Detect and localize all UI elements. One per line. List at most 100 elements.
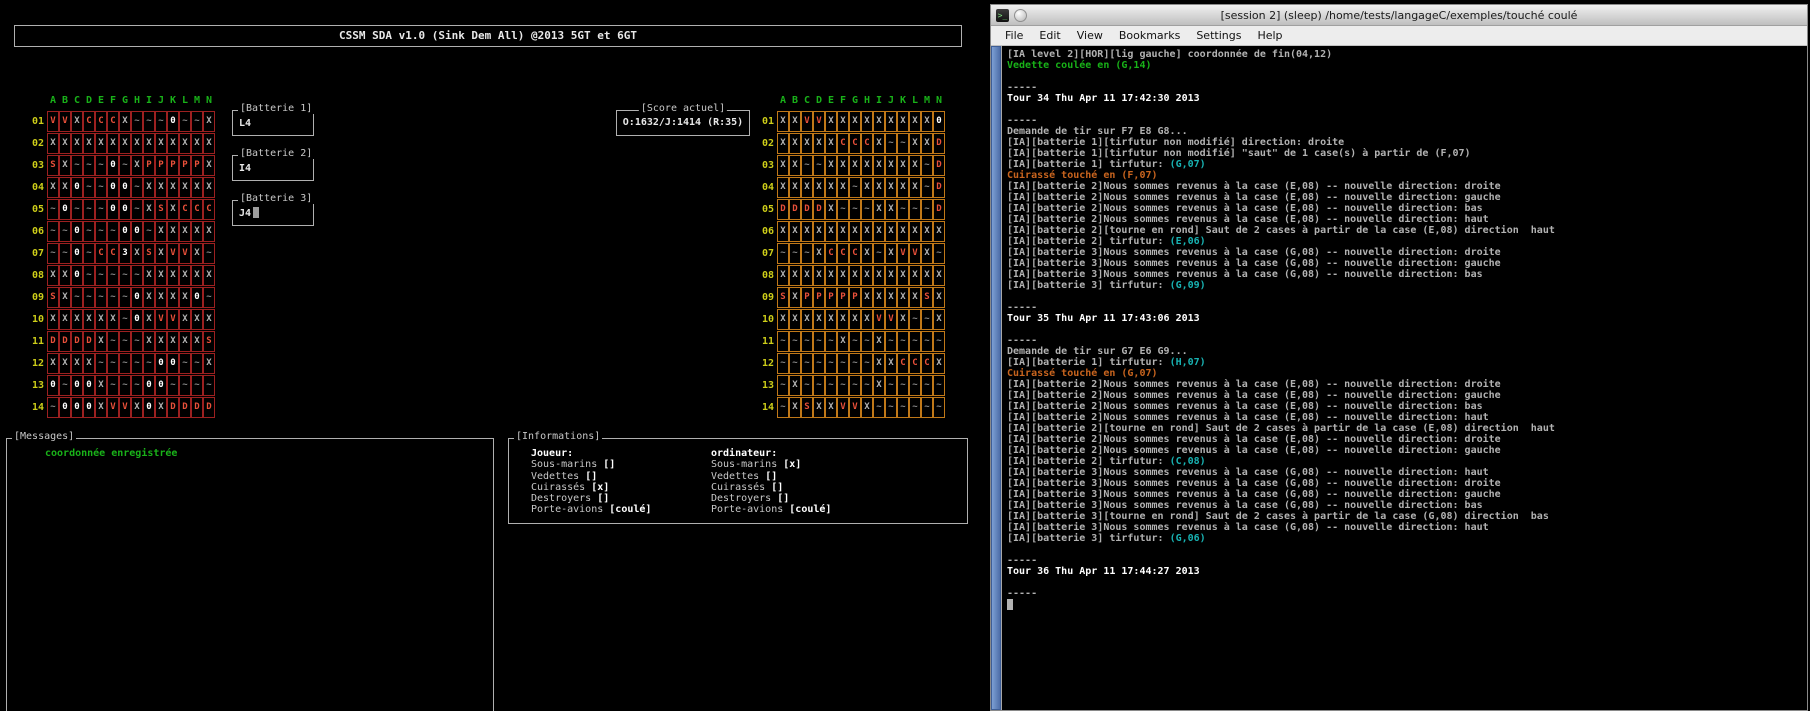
grid-cell: ~ xyxy=(921,397,933,418)
grid-cell: X xyxy=(777,265,789,286)
battery-2-input[interactable]: [Batterie 2] I4 xyxy=(232,155,314,181)
grid-cell: 0 xyxy=(107,155,119,176)
konsole-app-icon[interactable]: >_ xyxy=(996,9,1009,22)
grid-cell: X xyxy=(131,155,143,176)
row-label: 10 xyxy=(758,309,774,330)
grid-cell: X xyxy=(861,177,873,198)
grid-cell: P xyxy=(191,155,203,176)
grid-cell: X xyxy=(95,397,107,418)
grid-cell: ~ xyxy=(95,199,107,220)
player-grid-row: 02XXXXXXXXXXXXXX xyxy=(28,133,215,154)
grid-cell: ~ xyxy=(933,397,945,418)
grid-cell: X xyxy=(801,221,813,242)
grid-cell: X xyxy=(95,133,107,154)
grid-cell: ~ xyxy=(801,331,813,352)
player-fleet-column: Joueur: Sous-marins []Vedettes []Cuirass… xyxy=(531,439,711,523)
grid-cell: C xyxy=(191,199,203,220)
grid-cell: X xyxy=(777,309,789,330)
menu-item-help[interactable]: Help xyxy=(1249,29,1290,42)
grid-cell: ~ xyxy=(155,111,167,132)
terminal-line: Cuirassé touché en (G,07) xyxy=(1007,368,1802,379)
window-titlebar[interactable]: >_ [session 2] (sleep) /home/tests/langa… xyxy=(991,5,1807,26)
grid-cell: X xyxy=(203,133,215,154)
window-pin-button[interactable] xyxy=(1014,9,1027,22)
grid-cell: C xyxy=(837,243,849,264)
grid-cell: ~ xyxy=(933,243,945,264)
terminal-line: [IA][batterie 2] tirfutur: (E,06) xyxy=(1007,236,1802,247)
grid-cell: X xyxy=(837,265,849,286)
computer-grid-row: 13~X~~~~~~X~~~~~ xyxy=(758,375,945,396)
grid-cell: X xyxy=(873,155,885,176)
row-label: 08 xyxy=(758,265,774,286)
grid-cell: P xyxy=(155,155,167,176)
terminal-line: Tour 35 Thu Apr 11 17:43:06 2013 xyxy=(1007,313,1802,324)
computer-grid-row: 05DDDDX~~~XX~~~D xyxy=(758,199,945,220)
scrollbar[interactable] xyxy=(991,46,1002,710)
battery-3-input[interactable]: [Batterie 3] J4 xyxy=(232,200,314,226)
grid-cell: X xyxy=(813,243,825,264)
grid-cell: ~ xyxy=(789,331,801,352)
menu-item-view[interactable]: View xyxy=(1069,29,1111,42)
terminal-line: [IA][batterie 2]Nous sommes revenus à la… xyxy=(1007,390,1802,401)
grid-cell: 0 xyxy=(59,397,71,418)
terminal-line xyxy=(1007,324,1802,335)
grid-cell: 0 xyxy=(71,177,83,198)
grid-cell: ~ xyxy=(909,199,921,220)
grid-cell: ~ xyxy=(777,353,789,374)
grid-cell: V xyxy=(107,397,119,418)
grid-cell: ~ xyxy=(95,287,107,308)
scrollbar-thumb[interactable] xyxy=(991,46,1001,710)
grid-cell: X xyxy=(897,287,909,308)
grid-cell: X xyxy=(47,177,59,198)
terminal-output[interactable]: [IA level 2][HOR][lig gauche] coordonnée… xyxy=(1002,46,1807,710)
grid-cell: X xyxy=(921,133,933,154)
terminal-line: [IA][batterie 3]Nous sommes revenus à la… xyxy=(1007,489,1802,500)
grid-cell: X xyxy=(873,177,885,198)
grid-cell: X xyxy=(191,177,203,198)
fleet-status-value: [] xyxy=(771,482,783,493)
grid-cell: ~ xyxy=(71,155,83,176)
grid-cell: X xyxy=(825,221,837,242)
grid-cell: X xyxy=(777,133,789,154)
menu-item-bookmarks[interactable]: Bookmarks xyxy=(1111,29,1188,42)
grid-cell: ~ xyxy=(849,353,861,374)
terminal-line: [IA][batterie 2]Nous sommes revenus à la… xyxy=(1007,214,1802,225)
grid-cell: X xyxy=(789,221,801,242)
grid-cell: X xyxy=(813,177,825,198)
grid-cell: X xyxy=(155,397,167,418)
grid-cell: ~ xyxy=(873,243,885,264)
grid-cell: X xyxy=(167,177,179,198)
grid-cell: 0 xyxy=(143,397,155,418)
grid-cell: X xyxy=(825,133,837,154)
row-label: 04 xyxy=(758,177,774,198)
fleet-status-item: Porte-avions [coulé] xyxy=(531,504,711,515)
grid-cell: X xyxy=(825,111,837,132)
grid-cell: V xyxy=(813,111,825,132)
grid-cell: V xyxy=(119,397,131,418)
grid-cell: ~ xyxy=(83,243,95,264)
menu-item-file[interactable]: File xyxy=(997,29,1031,42)
menu-item-edit[interactable]: Edit xyxy=(1031,29,1068,42)
grid-cell: ~ xyxy=(179,353,191,374)
battery-1-input[interactable]: [Batterie 1] L4 xyxy=(232,110,314,136)
messages-label: [Messages] xyxy=(12,431,76,442)
grid-cell: ~ xyxy=(909,397,921,418)
grid-cell: C xyxy=(203,199,215,220)
grid-cell: X xyxy=(909,133,921,154)
menu-bar: FileEditViewBookmarksSettingsHelp xyxy=(991,26,1807,46)
grid-cell: S xyxy=(801,397,813,418)
grid-cell: X xyxy=(107,133,119,154)
row-label: 02 xyxy=(758,133,774,154)
column-header: D xyxy=(83,94,95,107)
menu-item-settings[interactable]: Settings xyxy=(1188,29,1249,42)
terminal-line xyxy=(1007,71,1802,82)
column-header: L xyxy=(909,94,921,107)
grid-cell: X xyxy=(849,265,861,286)
terminal-line: Demande de tir sur F7 E8 G8... xyxy=(1007,126,1802,137)
grid-cell: D xyxy=(47,331,59,352)
grid-cell: ~ xyxy=(777,243,789,264)
grid-cell: ~ xyxy=(203,375,215,396)
grid-cell: S xyxy=(143,243,155,264)
input-cursor xyxy=(253,207,259,218)
grid-cell: D xyxy=(789,199,801,220)
